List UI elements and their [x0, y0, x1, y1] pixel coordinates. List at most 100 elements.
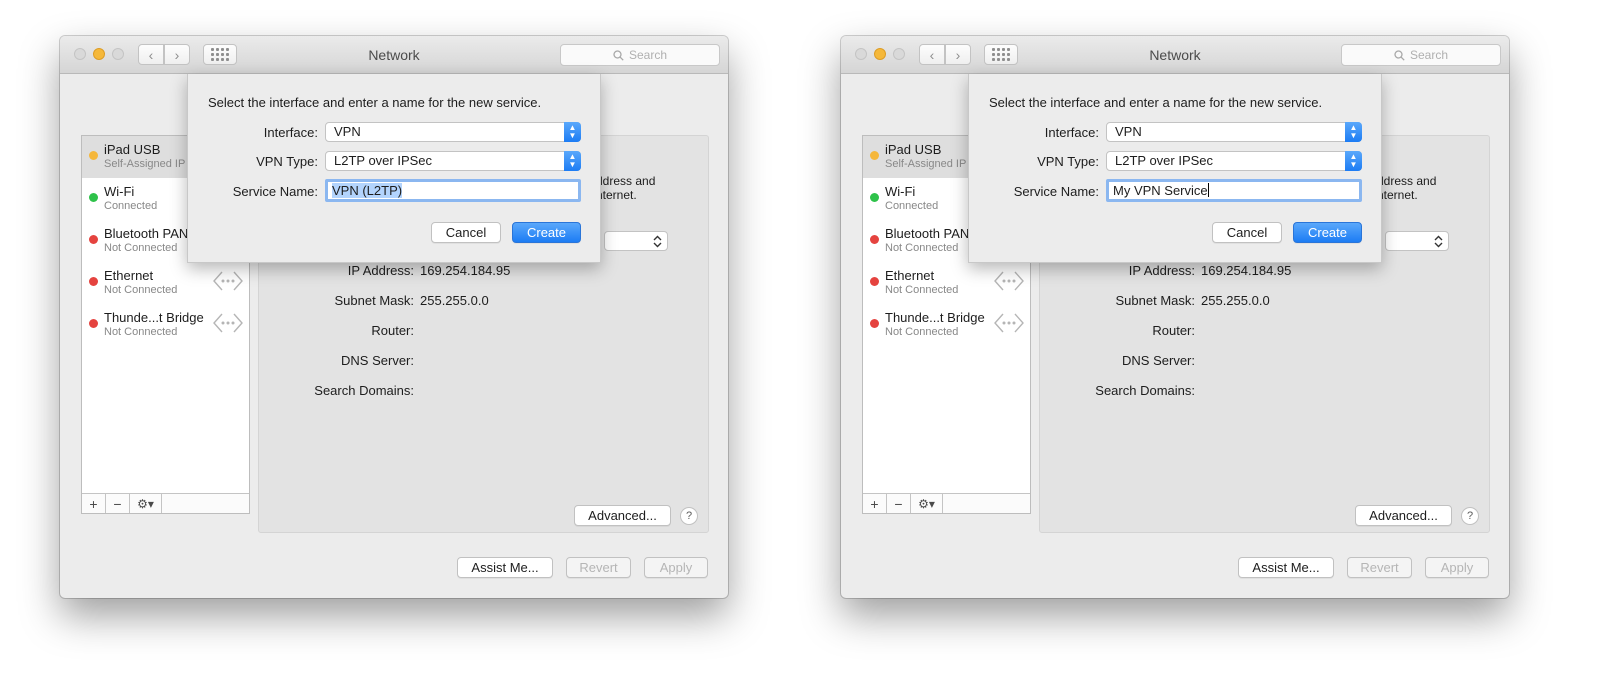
dns-server-label: DNS Server:	[341, 353, 414, 368]
vpn-type-value: L2TP over IPSec	[334, 153, 433, 168]
search-placeholder: Search	[628, 48, 668, 62]
search-domains-label: Search Domains:	[1095, 383, 1195, 398]
action-menu-button[interactable]: ⚙▾	[911, 494, 943, 513]
vpn-type-label: VPN Type:	[256, 154, 318, 169]
status-description-fragment: ddress and	[596, 174, 656, 188]
new-service-sheet: Select the interface and enter a name fo…	[187, 74, 601, 263]
service-name: Wi-Fi	[885, 184, 916, 199]
service-name: Ethernet	[104, 268, 154, 283]
chevron-updown-icon	[1434, 235, 1443, 248]
service-status: Self-Assigned IP	[885, 158, 967, 170]
service-name: iPad USB	[885, 142, 942, 157]
chevron-updown-icon: ▲ ▼	[1345, 151, 1362, 171]
status-dot-green	[870, 193, 879, 202]
ip-address-value: 169.254.184.95	[1201, 263, 1292, 278]
ip-address-value: 169.254.184.95	[420, 263, 511, 278]
search-field[interactable]: Search	[1341, 44, 1501, 66]
create-button[interactable]: Create	[512, 222, 581, 243]
remove-service-button[interactable]: −	[106, 494, 130, 513]
plus-icon: +	[870, 495, 879, 512]
search-domains-label: Search Domains:	[314, 383, 414, 398]
text-cursor	[1207, 183, 1209, 197]
create-button[interactable]: Create	[1293, 222, 1362, 243]
status-description-fragment: nternet.	[596, 188, 637, 202]
vpn-type-popup[interactable]: L2TP over IPSec ▲ ▼	[1106, 151, 1362, 171]
vpn-type-popup[interactable]: L2TP over IPSec ▲ ▼	[325, 151, 581, 171]
sheet-prompt: Select the interface and enter a name fo…	[208, 95, 542, 110]
status-dot-green	[89, 193, 98, 202]
apply-button[interactable]: Apply	[644, 557, 708, 578]
router-label: Router:	[371, 323, 414, 338]
service-status: Not Connected	[104, 326, 178, 338]
chevron-updown-icon: ▲ ▼	[564, 122, 581, 142]
service-name-label: Service Name:	[232, 184, 318, 199]
revert-button[interactable]: Revert	[1347, 557, 1412, 578]
advanced-button[interactable]: Advanced...	[574, 505, 671, 526]
plus-icon: +	[89, 495, 98, 512]
service-status: Connected	[885, 200, 939, 212]
ethernet-arrows-icon	[994, 313, 1024, 333]
assist-me-button[interactable]: Assist Me...	[1238, 557, 1334, 578]
interface-popup[interactable]: VPN ▲ ▼	[1106, 122, 1362, 142]
status-description-fragment: nternet.	[1377, 188, 1418, 202]
service-name: Ethernet	[885, 268, 935, 283]
cancel-button[interactable]: Cancel	[1212, 222, 1282, 243]
service-name: Wi-Fi	[104, 184, 135, 199]
new-service-sheet: Select the interface and enter a name fo…	[968, 74, 1382, 263]
status-dot-red	[89, 319, 98, 328]
interface-popup[interactable]: VPN ▲ ▼	[325, 122, 581, 142]
network-window-2: ‹ › Network Search iPad USB Self-Assigne…	[841, 36, 1509, 598]
ethernet-arrows-icon	[213, 313, 243, 333]
service-item-ethernet[interactable]: Ethernet Not Connected	[863, 262, 1030, 304]
minus-icon: −	[894, 495, 903, 512]
search-field[interactable]: Search	[560, 44, 720, 66]
configure-ipv4-popup[interactable]	[1385, 231, 1449, 251]
assist-me-button[interactable]: Assist Me...	[457, 557, 553, 578]
advanced-button[interactable]: Advanced...	[1355, 505, 1452, 526]
gear-icon: ⚙▾	[137, 496, 154, 511]
service-item-thunderbolt-bridge[interactable]: Thunde...t Bridge Not Connected	[863, 304, 1030, 346]
service-name: iPad USB	[104, 142, 161, 157]
subnet-mask-label: Subnet Mask:	[334, 293, 415, 308]
action-menu-button[interactable]: ⚙▾	[130, 494, 162, 513]
service-name: Thunde...t Bridge	[104, 310, 204, 325]
chevron-updown-icon: ▲ ▼	[1345, 122, 1362, 142]
ethernet-arrows-icon	[994, 271, 1024, 291]
vpn-type-value: L2TP over IPSec	[1115, 153, 1214, 168]
help-button[interactable]: ?	[680, 507, 698, 525]
dns-server-label: DNS Server:	[1122, 353, 1195, 368]
ethernet-arrows-icon	[213, 271, 243, 291]
service-name: Bluetooth PAN	[104, 226, 189, 241]
service-item-thunderbolt-bridge[interactable]: Thunde...t Bridge Not Connected	[82, 304, 249, 346]
service-item-ethernet[interactable]: Ethernet Not Connected	[82, 262, 249, 304]
service-list-toolbar: + − ⚙▾	[82, 493, 249, 513]
service-name: Bluetooth PAN	[885, 226, 970, 241]
service-name-input[interactable]: VPN (L2TP)	[325, 179, 581, 202]
gear-icon: ⚙▾	[918, 496, 935, 511]
search-icon	[613, 49, 624, 61]
titlebar[interactable]: ‹ › Network Search	[60, 36, 728, 74]
service-list-toolbar: + − ⚙▾	[863, 493, 1030, 513]
interface-value: VPN	[1115, 124, 1142, 139]
help-button[interactable]: ?	[1461, 507, 1479, 525]
status-dot-red	[870, 319, 879, 328]
add-service-button[interactable]: +	[863, 494, 887, 513]
configure-ipv4-popup[interactable]	[604, 231, 668, 251]
sheet-prompt: Select the interface and enter a name fo…	[989, 95, 1323, 110]
revert-button[interactable]: Revert	[566, 557, 631, 578]
service-name: Thunde...t Bridge	[885, 310, 985, 325]
service-name-input[interactable]: My VPN Service	[1106, 179, 1362, 202]
chevron-updown-icon: ▲ ▼	[564, 151, 581, 171]
titlebar[interactable]: ‹ › Network Search	[841, 36, 1509, 74]
subnet-mask-value: 255.255.0.0	[1201, 293, 1270, 308]
service-name-value: My VPN Service	[1113, 183, 1208, 198]
apply-button[interactable]: Apply	[1425, 557, 1489, 578]
service-status: Not Connected	[885, 284, 959, 296]
interface-label: Interface:	[263, 125, 318, 140]
add-service-button[interactable]: +	[82, 494, 106, 513]
interface-value: VPN	[334, 124, 361, 139]
remove-service-button[interactable]: −	[887, 494, 911, 513]
status-dot-red	[870, 277, 879, 286]
status-dot-yellow	[870, 151, 879, 160]
cancel-button[interactable]: Cancel	[431, 222, 501, 243]
